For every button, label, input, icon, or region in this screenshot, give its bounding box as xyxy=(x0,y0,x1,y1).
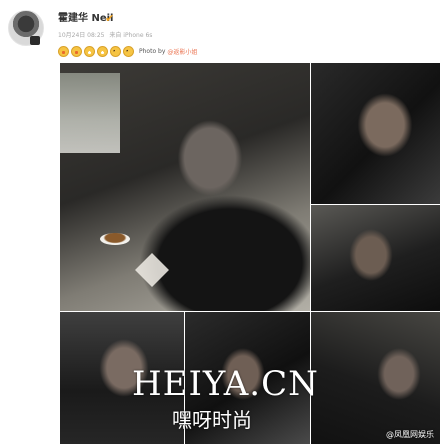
post-header: 霍建华 Neil ✔ 10月24日 08:25 来自 iPhone 6s Pho… xyxy=(0,0,440,68)
photo-credit-link[interactable]: @返影小姐 xyxy=(167,47,197,56)
window-shape xyxy=(60,73,120,153)
corner-watermark: @凤凰网娱乐 xyxy=(386,430,434,439)
avatar[interactable] xyxy=(8,10,44,46)
laughing-emoji-icon xyxy=(58,45,69,57)
rose-emoji-icon xyxy=(84,45,95,57)
grin-emoji-icon xyxy=(97,45,108,57)
photo-3[interactable] xyxy=(311,205,440,311)
post-source: 来自 iPhone 6s xyxy=(109,32,153,39)
post-meta: 10月24日 08:25 来自 iPhone 6s xyxy=(58,30,155,39)
verified-badge-icon: ✔ xyxy=(105,12,115,25)
photo-label: Photo by xyxy=(139,47,166,55)
photo-2[interactable] xyxy=(311,63,440,204)
laughing-emoji-icon xyxy=(71,45,82,57)
post-text: Photo by @返影小姐 xyxy=(58,44,197,58)
photo-1[interactable] xyxy=(60,63,310,311)
photo-6[interactable] xyxy=(311,312,440,444)
coffee-cup-shape xyxy=(100,233,130,245)
watermark: HEIYA.CN xyxy=(132,364,319,404)
wink-emoji-icon xyxy=(123,45,134,57)
light-shape xyxy=(135,253,169,287)
wink-emoji-icon xyxy=(110,45,121,57)
watermark-subtitle: 嘿呀时尚 xyxy=(172,408,252,432)
post-date[interactable]: 10月24日 08:25 xyxy=(58,32,104,39)
